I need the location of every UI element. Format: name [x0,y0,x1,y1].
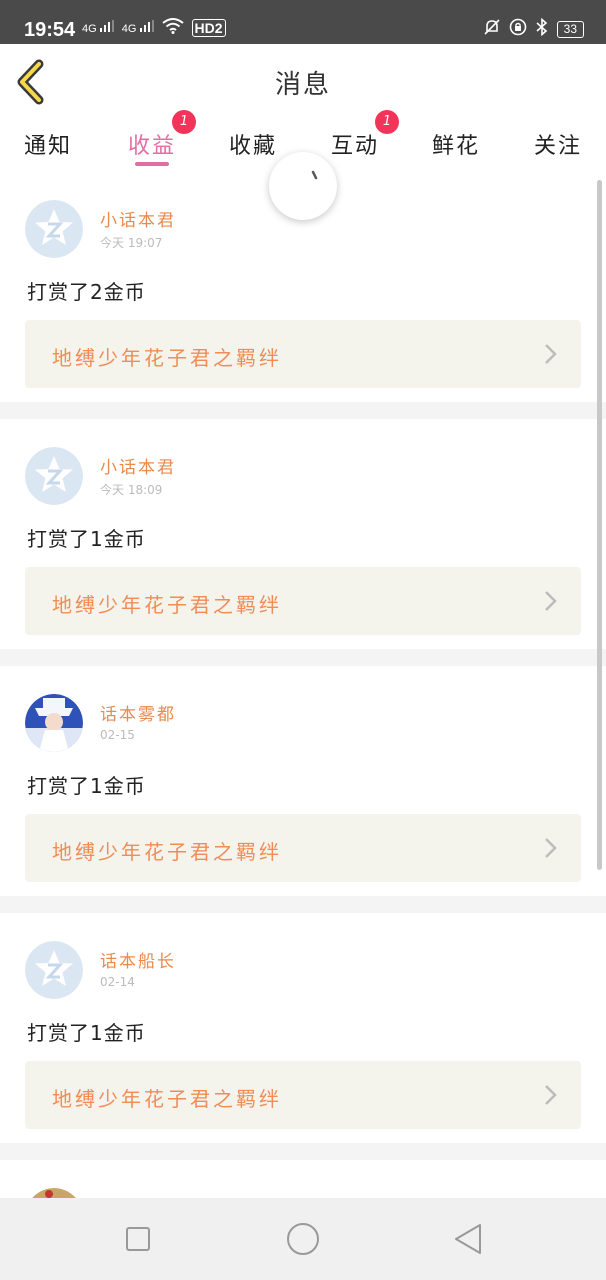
wifi-icon [161,18,184,37]
anime-character-avatar-icon[interactable] [25,694,83,752]
message-card: 小话本君 今天 18:09 打赏了1金币 地缚少年花子君之羁绊 [0,419,606,649]
signal-icon: 4G [122,20,154,35]
hd-icon: HD2 [191,18,226,37]
user-avatar-icon[interactable] [25,1188,83,1198]
mute-icon [483,18,501,40]
qq-default-avatar-icon[interactable] [25,941,83,999]
message-username[interactable]: 话本船长 [100,947,176,972]
system-nav-bar [0,1198,606,1280]
message-time: 今天 18:09 [100,483,163,497]
story-link[interactable]: 地缚少年花子君之羁绊 [25,320,581,388]
message-text: 打赏了1金币 [27,527,146,551]
chevron-right-icon [545,1085,557,1105]
tab-interactions-badge: 1 [375,110,399,134]
message-card: 话本船长 02-14 打赏了1金币 地缚少年花子君之羁绊 [0,913,606,1143]
tab-earnings[interactable]: 收益 [122,128,182,160]
tab-following[interactable]: 关注 [528,128,588,160]
story-link-title: 地缚少年花子君之羁绊 [52,840,282,864]
message-username[interactable]: 小话本君 [100,206,176,231]
story-link-title: 地缚少年花子君之羁绊 [52,593,282,617]
message-card: 话本雾都 02-15 打赏了1金币 地缚少年花子君之羁绊 [0,666,606,896]
chevron-right-icon [545,344,557,364]
message-text: 打赏了2金币 [27,280,146,304]
chevron-right-icon [545,838,557,858]
message-time: 02-14 [100,975,135,989]
story-link[interactable]: 地缚少年花子君之羁绊 [25,567,581,635]
message-username[interactable]: 小话本君 [100,453,176,478]
battery-icon: 33 [556,20,584,38]
page-title: 消息 [274,70,331,100]
back-triangle-icon[interactable] [452,1222,486,1256]
status-right-icons: 33 [483,17,584,40]
message-text: 打赏了1金币 [27,1021,146,1045]
chevron-right-icon [545,591,557,611]
story-link[interactable]: 地缚少年花子君之羁绊 [25,814,581,882]
tab-earnings-badge: 1 [172,110,196,134]
message-card [0,1160,606,1198]
scrollbar[interactable] [597,180,602,870]
tab-notifications[interactable]: 通知 [18,128,78,160]
message-username[interactable]: 话本雾都 [100,700,176,725]
qq-default-avatar-icon[interactable] [25,447,83,505]
status-time: 19:54 [24,19,76,41]
story-link-title: 地缚少年花子君之羁绊 [52,1087,282,1111]
story-link-title: 地缚少年花子君之羁绊 [52,346,282,370]
app-header: 消息 [0,44,606,122]
recents-square-icon[interactable] [121,1222,155,1256]
tab-flowers[interactable]: 鲜花 [426,128,486,160]
message-time: 今天 19:07 [100,236,163,250]
signal-icon: 4G [82,20,114,35]
status-left-icons: 4G 4G HD2 [82,18,226,37]
loading-icon [311,170,318,180]
message-time: 02-15 [100,728,135,742]
qq-default-avatar-icon[interactable] [25,200,83,258]
status-bar: 19:54 4G 4G HD2 33 [0,0,606,44]
loading-spinner [269,152,337,220]
home-circle-icon[interactable] [286,1222,320,1256]
message-text: 打赏了1金币 [27,774,146,798]
active-tab-indicator [135,162,169,166]
lock-rotation-icon [509,18,527,40]
story-link[interactable]: 地缚少年花子君之羁绊 [25,1061,581,1129]
bluetooth-icon [535,17,549,40]
